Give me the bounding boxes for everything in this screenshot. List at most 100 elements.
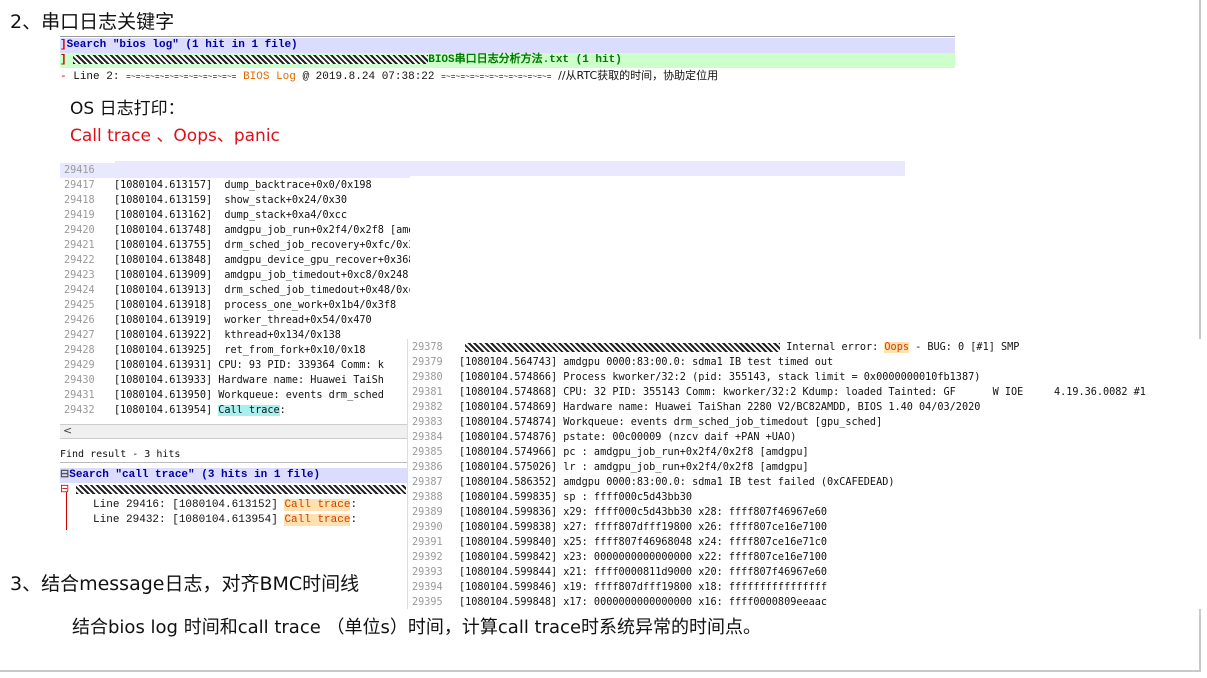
search-hit-line[interactable]: - Line 2: =~=~=~=~=~=~=~=~=~=~=~= BIOS L… xyxy=(60,68,955,83)
find-file-row[interactable]: ⊟ xyxy=(60,483,410,498)
log-text: [1080104.613925] ret_from_fork+0x10/0x18 xyxy=(114,345,366,356)
find-search-header[interactable]: ⊟Search "call trace" (3 hits in 1 file) xyxy=(60,468,410,483)
scroll-left-icon[interactable]: < xyxy=(63,424,72,437)
find-hit-2[interactable]: Line 29432: [1080104.613954] Call trace: xyxy=(60,513,357,528)
line-number: 29384 xyxy=(412,432,443,443)
line-number: 29395 xyxy=(412,597,443,608)
log-line: 29425 [1080104.613918] process_one_work+0… xyxy=(60,298,410,313)
redacted-prefix xyxy=(465,342,781,352)
section-heading-2: 2、串口日志关键字 xyxy=(10,11,175,33)
log-line: 29426 [1080104.613919] worker_thread+0x54… xyxy=(60,313,410,328)
log-text: [1080104.613954] xyxy=(114,405,219,416)
hit-rest: @ 2019.8.24 07:38:22 xyxy=(295,71,442,83)
line-number: 29382 xyxy=(412,402,443,413)
log-text: [1080104.613919] worker_thread+0x54/0x47… xyxy=(114,315,372,326)
search-file-name: BIOS串口日志分析方法.txt (1 hit) xyxy=(428,54,622,66)
redacted-path xyxy=(73,54,429,64)
log-text: [1080104.613755] drm_sched_job_recovery+… xyxy=(114,240,410,251)
search-file-row[interactable]: ] BIOS串口日志分析方法.txt (1 hit) xyxy=(60,53,955,68)
oops-log-line: 29379 [1080104.564743] amdgpu 0000:83:00.… xyxy=(408,355,1207,370)
log-line: 29423 [1080104.613909] amdgpu_job_timedou… xyxy=(60,268,410,283)
search-header-text: Search "bios log" (1 hit in 1 file) xyxy=(66,39,298,51)
log-line: 29428 [1080104.613925] ret_from_fork+0x10… xyxy=(60,343,410,358)
log-text: [1080104.613162] dump_stack+0xa4/0xcc xyxy=(114,210,348,221)
oops-first-pre: Internal error: xyxy=(780,342,885,353)
oops-log-line: 29380 [1080104.574866] Process kworker/32… xyxy=(408,370,1207,385)
line-number: 29390 xyxy=(412,522,443,533)
line-number: 29424 xyxy=(64,285,95,296)
line-number: 29429 xyxy=(64,360,95,371)
log-line: 29430 [1080104.613933] Hardware name: Hua… xyxy=(60,373,410,388)
oops-log-line: 29384 [1080104.574876] pstate: 00c00009 (… xyxy=(408,430,1207,445)
hit-match-bios-log: BIOS Log xyxy=(243,71,296,83)
log-line: 29419 [1080104.613162] dump_stack+0xa4/0x… xyxy=(60,208,410,223)
search-header-bios[interactable]: ]Search "bios log" (1 hit in 1 file) xyxy=(60,38,955,53)
log-text: [1080104.599840] x25: ffff807f46968048 x… xyxy=(459,537,828,548)
log-text: [1080104.599835] sp : ffff000c5d43bb30 xyxy=(459,492,693,503)
log-text: [1080104.613157] dump_backtrace+0x0/0x19… xyxy=(114,180,372,191)
line-number: 29391 xyxy=(412,537,443,548)
log-text: [1080104.599848] x17: 0000000000000000 x… xyxy=(459,597,828,608)
log-line: 29431 [1080104.613950] Workqueue: events … xyxy=(60,388,410,403)
line-number: 29385 xyxy=(412,447,443,458)
log-text: [1080104.613159] show_stack+0x24/0x30 xyxy=(114,195,348,206)
log-text: [1080104.574869] Hardware name: Huawei T… xyxy=(459,402,981,413)
log-text: [1080104.599844] x21: ffff0000811d9000 x… xyxy=(459,567,828,578)
log-text: [1080104.613848] amdgpu_device_gpu_recov… xyxy=(114,255,410,266)
log-text: [1080104.599838] x27: ffff807dfff19800 x… xyxy=(459,522,828,533)
log-line: 29417 [1080104.613157] dump_backtrace+0x0… xyxy=(60,178,410,193)
log-text: [1080104.575026] lr : amdgpu_job_run+0x2… xyxy=(459,462,809,473)
log-line: 29427 [1080104.613922] kthread+0x134/0x13… xyxy=(60,328,410,343)
hit-line-prefix: Line 2: xyxy=(73,71,127,83)
oops-log-line: 29394 [1080104.599846] x19: ffff807dfff19… xyxy=(408,580,1207,595)
line-number: 29381 xyxy=(412,387,443,398)
oops-log-line: 29385 [1080104.574966] pc : amdgpu_job_ru… xyxy=(408,445,1207,460)
oops-log-panel: 29378 Internal error: Oops - BUG: 0 [#1]… xyxy=(407,339,1207,609)
os-log-label: OS 日志打印： xyxy=(70,99,185,119)
find-hit-1[interactable]: Line 29416: [1080104.613152] Call trace: xyxy=(60,498,357,513)
line-number: 29419 xyxy=(64,210,95,221)
line-number: 29420 xyxy=(64,225,95,236)
hit-dashes-2: =~=~=~=~=~=~=~=~=~=~=~= xyxy=(441,73,552,82)
search-results-bios-log: ]Search "bios log" (1 hit in 1 file) ] B… xyxy=(60,36,955,84)
log-text: [1080104.564743] amdgpu 0000:83:00.0: sd… xyxy=(459,357,834,368)
line-number: 29423 xyxy=(64,270,95,281)
oops-keyword: Oops xyxy=(884,342,909,353)
line-number: 29394 xyxy=(412,582,443,593)
hit2-keyword: Call trace xyxy=(284,514,351,526)
log-text-rest: : xyxy=(279,405,286,416)
line-number: 29432 xyxy=(64,405,95,416)
keywords-label: Call trace 、Oops、panic xyxy=(70,126,280,146)
oops-first-line: 29378 Internal error: Oops - BUG: 0 [#1]… xyxy=(408,340,1207,355)
line-number: 29388 xyxy=(412,492,443,503)
log-text: [1080104.613909] amdgpu_job_timedout+0xc… xyxy=(114,270,409,281)
log-text: [1080104.574966] pc : amdgpu_job_run+0x2… xyxy=(459,447,809,458)
log-line: 29420 [1080104.613748] amdgpu_job_run+0x2… xyxy=(60,223,410,238)
oops-log-line: 29393 [1080104.599844] x21: ffff0000811d9… xyxy=(408,565,1207,580)
log-text: [1080104.613918] process_one_work+0x1b4/… xyxy=(114,300,397,311)
line-number: 29430 xyxy=(64,375,95,386)
log-line: 29429 [1080104.613931] CPU: 93 PID: 33936… xyxy=(60,358,410,373)
oops-log-line: 29390 [1080104.599838] x27: ffff807dfff19… xyxy=(408,520,1207,535)
line-number: 29417 xyxy=(64,180,95,191)
log-text: [1080104.599846] x19: ffff807dfff19800 x… xyxy=(459,582,828,593)
log-text: [1080104.613922] kthread+0x134/0x138 xyxy=(114,330,341,341)
call-trace-log-panel: 29416[1080104.613152] Call trace:29417[1… xyxy=(60,160,410,428)
log-text: [1080104.574874] Workqueue: events drm_s… xyxy=(459,417,883,428)
section-heading-3: 3、结合message日志，对齐BMC时间线 xyxy=(10,573,360,595)
log-text: [1080104.613931] CPU: 93 PID: 339364 Com… xyxy=(114,360,384,371)
oops-log-line: 29387 [1080104.586352] amdgpu 0000:83:00.… xyxy=(408,475,1207,490)
line-number: 29416 xyxy=(64,165,95,176)
line-number: 29427 xyxy=(64,330,95,341)
log-text: [1080104.574868] CPU: 32 PID: 355143 Com… xyxy=(459,387,1146,398)
oops-log-line: 29386 [1080104.575026] lr : amdgpu_job_ru… xyxy=(408,460,1207,475)
hit-dashes: =~=~=~=~=~=~=~=~=~=~=~= xyxy=(126,73,237,82)
horizontal-scrollbar[interactable]: < xyxy=(60,424,410,439)
selected-line-highlight xyxy=(115,161,905,176)
log-text: [1080104.613933] Hardware name: Huawei T… xyxy=(114,375,384,386)
oops-log-line: 29395 [1080104.599848] x17: 0000000000000… xyxy=(408,595,1207,609)
oops-log-line: 29391 [1080104.599840] x25: ffff807f46968… xyxy=(408,535,1207,550)
call-trace-keyword: Call trace xyxy=(218,405,280,416)
oops-first-post: - BUG: 0 [#1] SMP xyxy=(908,342,1020,353)
oops-log-line: 29388 [1080104.599835] sp : ffff000c5d43b… xyxy=(408,490,1207,505)
